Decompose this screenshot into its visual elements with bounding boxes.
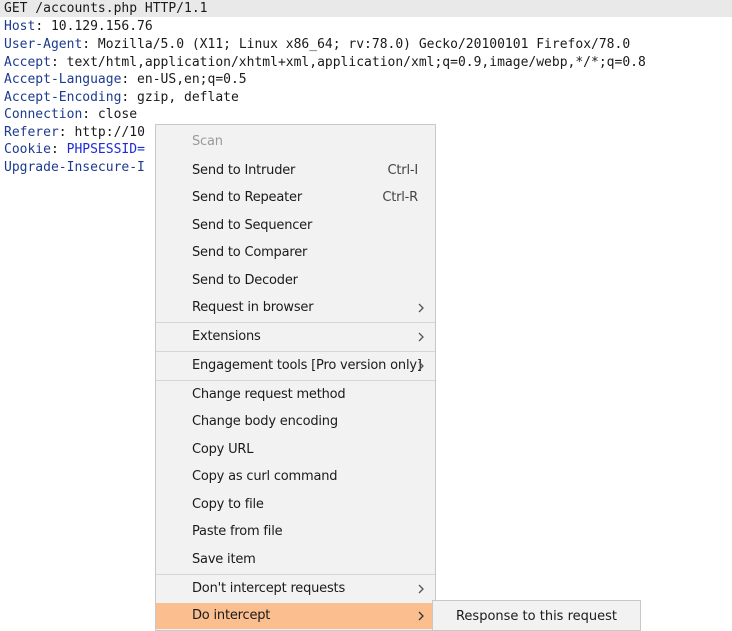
header-name: Upgrade-Insecure-I [4, 160, 145, 175]
header-value: close [90, 107, 138, 122]
do-intercept-submenu: Response to this request [432, 600, 641, 631]
menu-item-copy-as-curl[interactable]: Copy as curl command [156, 464, 435, 490]
menu-item-label: Send to Intruder [192, 163, 296, 178]
header-value: en-US,en;q=0.5 [129, 72, 247, 87]
shortcut-label: Ctrl-R [382, 190, 418, 205]
menu-item-label: Send to Decoder [192, 273, 298, 288]
header-line-accept-encoding: Accept-Encoding: gzip, deflate [4, 90, 239, 105]
menu-item-label: Request in browser [192, 300, 314, 315]
menu-item-send-to-intruder[interactable]: Send to Intruder Ctrl-I [156, 158, 435, 184]
header-line-accept-language: Accept-Language: en-US,en;q=0.5 [4, 72, 247, 87]
menu-item-change-body-encoding[interactable]: Change body encoding [156, 409, 435, 435]
menu-item-change-request-method[interactable]: Change request method [156, 382, 435, 408]
menu-item-label: Engagement tools [Pro version only] [192, 358, 422, 373]
header-value: gzip, deflate [129, 90, 239, 105]
header-name: Referer [4, 125, 59, 140]
menu-item-label: Send to Sequencer [192, 218, 313, 233]
menu-item-label: Save item [192, 552, 256, 567]
menu-item-label: Change request method [192, 387, 346, 402]
header-line-user-agent: User-Agent: Mozilla/5.0 (X11; Linux x86_… [4, 37, 631, 52]
menu-item-do-intercept[interactable]: Do intercept [156, 603, 435, 629]
menu-item-dont-intercept[interactable]: Don't intercept requests [156, 576, 435, 602]
menu-item-label: Don't intercept requests [192, 581, 346, 596]
menu-divider [156, 574, 435, 575]
menu-item-paste-from-file[interactable]: Paste from file [156, 519, 435, 545]
menu-item-send-to-comparer[interactable]: Send to Comparer [156, 240, 435, 266]
menu-item-save-item[interactable]: Save item [156, 547, 435, 573]
menu-item-label: Copy as curl command [192, 469, 338, 484]
menu-item-label: Copy URL [192, 442, 254, 457]
header-name: Accept-Language [4, 72, 122, 87]
request-line: GET /accounts.php HTTP/1.1 [0, 0, 732, 17]
menu-item-send-to-sequencer[interactable]: Send to Sequencer [156, 213, 435, 239]
header-line-host: Host: 10.129.156.76 [4, 19, 153, 34]
header-value: Mozilla/5.0 (X11; Linux x86_64; rv:78.0)… [90, 37, 631, 52]
context-menu: Scan Send to Intruder Ctrl-I Send to Repe… [155, 124, 436, 631]
header-line-connection: Connection: close [4, 107, 138, 122]
chevron-right-icon [418, 584, 424, 594]
header-value: text/html,application/xhtml+xml,applicat… [58, 55, 646, 70]
menu-item-label: Send to Comparer [192, 245, 308, 260]
header-name: Accept [4, 55, 51, 70]
menu-item-label: Paste from file [192, 524, 283, 539]
menu-divider [156, 351, 435, 352]
chevron-right-icon [418, 332, 424, 342]
menu-item-send-to-repeater[interactable]: Send to Repeater Ctrl-R [156, 185, 435, 211]
header-line-referer: Referer: http://10 [4, 125, 145, 140]
header-value: 10.129.156.76 [43, 19, 153, 34]
chevron-right-icon [418, 361, 424, 371]
header-name: Connection [4, 107, 83, 122]
header-line-upgrade-insecure: Upgrade-Insecure-I [4, 159, 145, 176]
header-line-accept: Accept: text/html,application/xhtml+xml,… [4, 55, 646, 70]
menu-item-label: Response to this request [455, 609, 618, 624]
header-name: Accept-Encoding [4, 90, 122, 105]
menu-item-send-to-decoder[interactable]: Send to Decoder [156, 268, 435, 294]
header-name: User-Agent [4, 37, 83, 52]
header-name: Cookie [4, 142, 51, 157]
menu-item-label: Change body encoding [192, 414, 338, 429]
menu-item-scan: Scan [156, 129, 435, 155]
menu-item-request-in-browser[interactable]: Request in browser [156, 295, 435, 321]
menu-item-label: Scan [192, 134, 223, 149]
menu-item-extensions[interactable]: Extensions [156, 324, 435, 350]
menu-item-label: Copy to file [192, 497, 264, 512]
menu-item-label: Do intercept [192, 608, 271, 623]
header-line-cookie: Cookie: PHPSESSID= [4, 142, 145, 157]
menu-item-engagement-tools[interactable]: Engagement tools [Pro version only] [156, 353, 435, 379]
header-value: http://10 [66, 125, 145, 140]
chevron-right-icon [418, 611, 424, 621]
menu-item-label: Extensions [192, 329, 261, 344]
menu-divider [156, 322, 435, 323]
submenu-item-response-to-request[interactable]: Response to this request [433, 604, 640, 630]
header-name: Host [4, 19, 36, 34]
menu-item-copy-to-file[interactable]: Copy to file [156, 492, 435, 518]
menu-divider [156, 380, 435, 381]
menu-item-copy-url[interactable]: Copy URL [156, 437, 435, 463]
header-value: PHPSESSID= [58, 142, 145, 157]
menu-item-label: Send to Repeater [192, 190, 302, 205]
shortcut-label: Ctrl-I [387, 163, 419, 178]
chevron-right-icon [418, 303, 424, 313]
